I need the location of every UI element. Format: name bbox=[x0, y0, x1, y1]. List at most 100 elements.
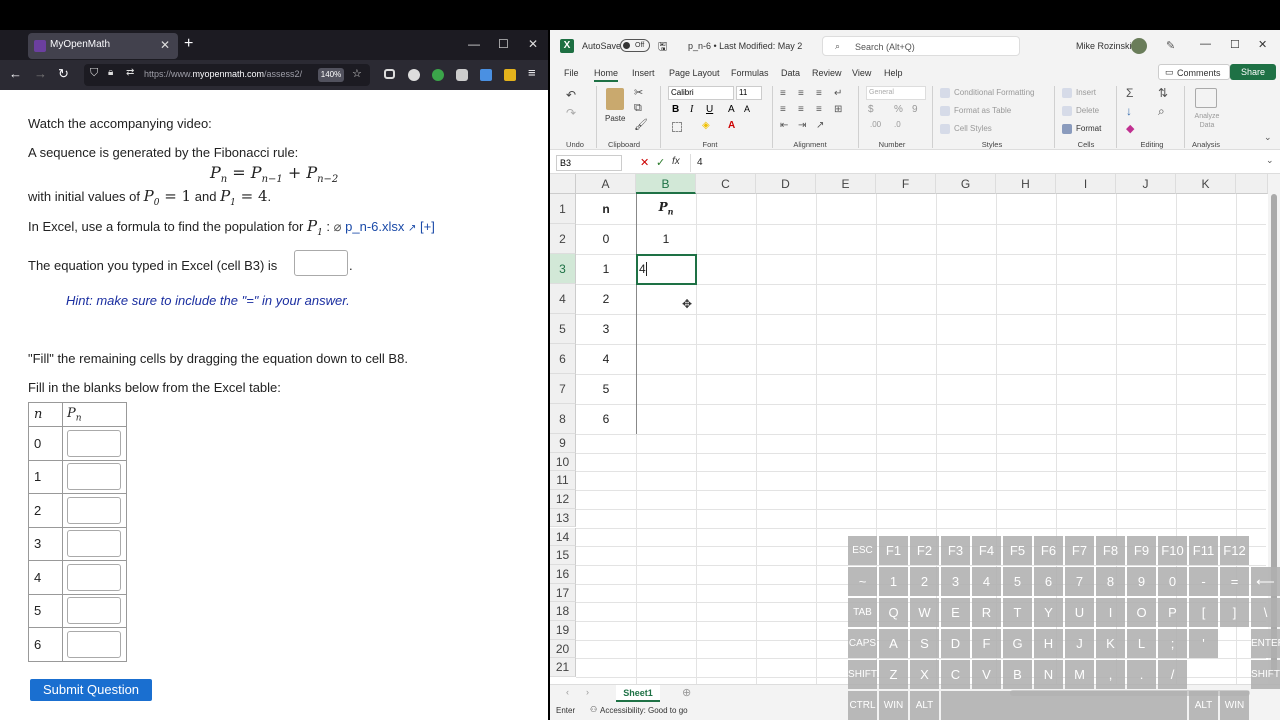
autosave-toggle[interactable]: Off bbox=[620, 39, 650, 52]
url-bar[interactable]: ⛉ 🔒︎ ⇄ https://www.myopenmath.com/assess… bbox=[84, 64, 370, 86]
font-size-select[interactable]: 11 bbox=[736, 86, 762, 100]
cell-a3[interactable]: 1 bbox=[576, 262, 636, 276]
key-alt-left[interactable]: ALT bbox=[910, 691, 939, 720]
tab-home[interactable]: Home bbox=[594, 68, 619, 82]
key-f5[interactable]: F5 bbox=[1003, 536, 1032, 565]
key-f11[interactable]: F11 bbox=[1189, 536, 1218, 565]
tab-insert[interactable]: Insert bbox=[632, 68, 655, 78]
cell-styles-label[interactable]: Cell Styles bbox=[954, 124, 992, 133]
avatar[interactable] bbox=[1131, 38, 1147, 54]
save-icon[interactable]: 🖫︎ bbox=[658, 38, 667, 57]
browser-tab[interactable]: MyOpenMath ✕ bbox=[28, 33, 178, 59]
fill-icon[interactable]: ↓ bbox=[1126, 104, 1132, 118]
shrink-font-icon[interactable]: A bbox=[744, 104, 750, 114]
key-r[interactable]: R bbox=[972, 598, 1001, 627]
column-header-d[interactable]: D bbox=[756, 174, 816, 194]
fill-color-icon[interactable]: ◈ bbox=[702, 120, 710, 131]
tab-page-layout[interactable]: Page Layout bbox=[669, 68, 720, 78]
key-u[interactable]: U bbox=[1065, 598, 1094, 627]
find-select-icon[interactable]: ⌕ bbox=[1158, 104, 1165, 119]
row-header[interactable]: 16 bbox=[550, 564, 576, 584]
sort-filter-icon[interactable]: ⇅ bbox=[1158, 86, 1168, 100]
key-open-bracket[interactable]: [ bbox=[1189, 598, 1218, 627]
analyze-data-label[interactable]: Analyze Data bbox=[1190, 112, 1224, 130]
orientation-icon[interactable]: ↗ bbox=[816, 120, 824, 131]
comma-icon[interactable]: 9 bbox=[912, 104, 918, 115]
key-g[interactable]: G bbox=[1003, 629, 1032, 658]
row-header[interactable]: 10 bbox=[550, 452, 576, 472]
cell-styles-icon[interactable] bbox=[940, 124, 950, 134]
key-d[interactable]: D bbox=[941, 629, 970, 658]
currency-icon[interactable]: $ bbox=[868, 104, 874, 115]
key-8[interactable]: 8 bbox=[1096, 567, 1125, 596]
row-header[interactable]: 9 bbox=[550, 434, 576, 453]
copy-icon[interactable]: ⧉ bbox=[634, 102, 642, 115]
key-win-right[interactable]: WIN bbox=[1220, 691, 1249, 720]
zoom-level[interactable]: 140% bbox=[318, 68, 344, 82]
key-f1[interactable]: F1 bbox=[879, 536, 908, 565]
key-f2[interactable]: F2 bbox=[910, 536, 939, 565]
select-all-corner[interactable] bbox=[550, 174, 576, 194]
key-0[interactable]: 0 bbox=[1158, 567, 1187, 596]
add-sheet-icon[interactable]: ⊕ bbox=[682, 686, 691, 699]
conditional-formatting-label[interactable]: Conditional Formatting bbox=[954, 88, 1034, 97]
close-window-icon[interactable]: ✕ bbox=[528, 37, 538, 51]
column-header-g[interactable]: G bbox=[936, 174, 996, 194]
font-name-select[interactable]: Calibri bbox=[668, 86, 734, 100]
key-p[interactable]: P bbox=[1158, 598, 1187, 627]
format-as-table-icon[interactable] bbox=[940, 106, 950, 116]
key-j[interactable]: J bbox=[1065, 629, 1094, 658]
equation-input[interactable] bbox=[294, 250, 348, 276]
key-3[interactable]: 3 bbox=[941, 567, 970, 596]
cell-a7[interactable]: 5 bbox=[576, 382, 636, 396]
key-7[interactable]: 7 bbox=[1065, 567, 1094, 596]
bold-icon[interactable]: B bbox=[672, 104, 679, 115]
key-s[interactable]: S bbox=[910, 629, 939, 658]
prev-sheet-icon[interactable]: ‹ bbox=[566, 687, 569, 697]
analyze-data-icon[interactable] bbox=[1195, 88, 1217, 108]
key-slash[interactable]: / bbox=[1158, 660, 1187, 689]
key-l[interactable]: L bbox=[1127, 629, 1156, 658]
key-a[interactable]: A bbox=[879, 629, 908, 658]
clear-icon[interactable]: ◆ bbox=[1126, 122, 1134, 135]
extension-folder-icon[interactable] bbox=[504, 69, 516, 81]
minimize-icon[interactable]: — bbox=[1200, 38, 1211, 50]
column-header-a[interactable]: A bbox=[576, 174, 636, 194]
align-bottom-icon[interactable]: ≡ bbox=[816, 88, 822, 99]
font-color-icon[interactable]: A bbox=[728, 120, 735, 131]
answer-input-4[interactable] bbox=[67, 563, 121, 591]
column-header-h[interactable]: H bbox=[996, 174, 1056, 194]
expand-link[interactable]: [+] bbox=[420, 219, 435, 234]
cell-a4[interactable]: 2 bbox=[576, 292, 636, 306]
key-c[interactable]: C bbox=[941, 660, 970, 689]
column-header-f[interactable]: F bbox=[876, 174, 936, 194]
name-box[interactable]: B3 bbox=[556, 155, 622, 171]
column-header-i[interactable]: I bbox=[1056, 174, 1116, 194]
autosum-icon[interactable]: Σ bbox=[1126, 86, 1133, 100]
key-f3[interactable]: F3 bbox=[941, 536, 970, 565]
key-v[interactable]: V bbox=[972, 660, 1001, 689]
tab-help[interactable]: Help bbox=[884, 68, 903, 78]
excel-search-box[interactable]: ⌕ Search (Alt+Q) bbox=[822, 36, 1020, 56]
submit-question-button[interactable]: Submit Question bbox=[30, 679, 152, 701]
key-semicolon[interactable]: ; bbox=[1158, 629, 1187, 658]
row-header[interactable]: 1 bbox=[550, 194, 576, 224]
key-shift-right[interactable]: SHIFT bbox=[1251, 660, 1280, 689]
delete-cells-label[interactable]: Delete bbox=[1076, 106, 1099, 115]
format-cells-label[interactable]: Format bbox=[1076, 124, 1101, 133]
key-caps[interactable]: CAPS bbox=[848, 629, 877, 658]
borders-icon[interactable] bbox=[672, 122, 682, 132]
row-header[interactable]: 18 bbox=[550, 602, 576, 621]
alignment-icons[interactable]: ≡ ≡ ≡ ↵ ≡ ≡ ≡ ⊞ ⇤ ⇥ ↗ bbox=[780, 88, 850, 134]
cell-b2[interactable]: 1 bbox=[636, 232, 696, 246]
answer-input-5[interactable] bbox=[67, 597, 121, 625]
forward-icon[interactable]: → bbox=[34, 66, 47, 81]
align-middle-icon[interactable]: ≡ bbox=[798, 88, 804, 99]
key-ctrl[interactable]: CTRL bbox=[848, 691, 877, 720]
format-painter-icon[interactable]: 🖌︎ bbox=[634, 118, 648, 131]
insert-cells-icon[interactable] bbox=[1062, 88, 1072, 98]
cancel-entry-icon[interactable]: ✕ bbox=[640, 156, 649, 169]
formula-input[interactable]: 4 bbox=[697, 157, 703, 168]
bookmark-star-icon[interactable]: ☆ bbox=[352, 67, 362, 80]
answer-input-0[interactable] bbox=[67, 429, 121, 457]
